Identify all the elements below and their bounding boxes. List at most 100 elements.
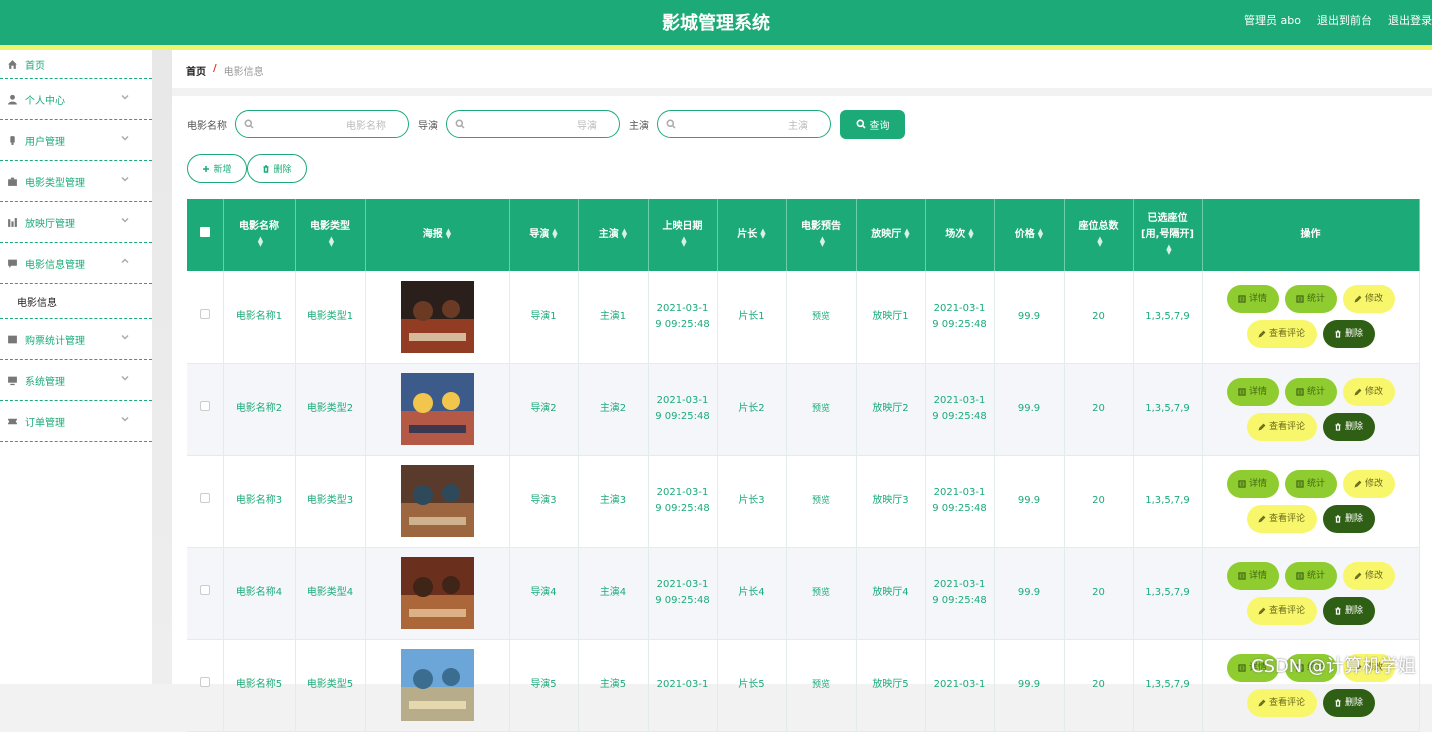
preview-link[interactable]: 预览 — [812, 312, 830, 322]
preview-link[interactable]: 预览 — [812, 404, 830, 414]
top-header: 影城管理系统 管理员 abo 退出到前台 退出登录 — [0, 0, 1432, 45]
sort-icon[interactable]: ▲ ▼ — [1166, 244, 1171, 256]
stats-button[interactable]: 统计 — [1284, 561, 1337, 590]
sidebar-item-movie-types[interactable]: 电影类型管理 — [0, 161, 152, 202]
stats-button[interactable]: 统计 — [1284, 377, 1337, 406]
sidebar-item-system[interactable]: 系统管理 — [0, 360, 152, 401]
sidebar-item-halls[interactable]: 放映厅管理 — [0, 202, 152, 243]
header-selected-seats[interactable]: 已选座位 [用,号隔开] ▲ ▼ — [1133, 199, 1203, 271]
detail-icon — [1238, 571, 1246, 580]
user-manage-icon — [10, 135, 15, 145]
sort-icon[interactable]: ▲ ▼ — [820, 236, 825, 248]
delete-button[interactable]: 删除 — [1322, 688, 1375, 717]
header-release-date[interactable]: 上映日期 ▲ ▼ — [648, 199, 718, 271]
sort-icon[interactable]: ▲ ▼ — [681, 236, 686, 248]
sidebar-item-profile[interactable]: 个人中心 — [0, 79, 152, 120]
cell-director: 导演5 — [509, 639, 579, 732]
detail-button[interactable]: 详情 — [1226, 469, 1279, 498]
sort-icon[interactable]: ▲ ▼ — [446, 228, 451, 240]
header-label: 上映日期 — [662, 221, 703, 232]
actor-input[interactable]: 主演 — [657, 110, 831, 138]
view-comments-button[interactable]: 查看评论 — [1246, 688, 1317, 717]
detail-button[interactable]: 详情 — [1226, 561, 1279, 590]
header-trailer[interactable]: 电影预告 ▲ ▼ — [786, 199, 857, 271]
sort-icon[interactable]: ▲ ▼ — [552, 228, 557, 240]
director-input[interactable]: 导演 — [446, 110, 620, 138]
header-poster[interactable]: 海报 ▲ ▼ — [365, 199, 510, 271]
breadcrumb-home[interactable]: 首页 — [186, 63, 206, 78]
detail-label: 详情 — [1248, 478, 1267, 489]
sort-icon[interactable]: ▲ ▼ — [258, 236, 263, 248]
logout-link[interactable]: 退出登录 — [1388, 12, 1432, 28]
delete-label: 删除 — [1344, 421, 1363, 432]
sort-icon[interactable]: ▲ ▼ — [760, 228, 765, 240]
detail-button[interactable]: 详情 — [1226, 285, 1279, 314]
search-icon — [244, 119, 254, 129]
delete-button[interactable]: 删除 — [1322, 320, 1375, 349]
header-showtime[interactable]: 场次 ▲ ▼ — [925, 199, 995, 271]
back-to-front-link[interactable]: 退出到前台 — [1317, 12, 1372, 28]
add-button[interactable]: 新增 — [187, 154, 247, 183]
batch-delete-button[interactable]: 删除 — [247, 154, 307, 183]
row-checkbox[interactable] — [199, 493, 210, 503]
show-line2: 9 09:25:48 — [932, 411, 987, 422]
row-checkbox[interactable] — [199, 585, 210, 595]
cell-movie-type: 电影类型2 — [295, 363, 366, 456]
header-director[interactable]: 导演 ▲ ▼ — [509, 199, 579, 271]
sidebar-item-home[interactable]: 首页 — [0, 50, 152, 79]
sidebar-item-movie-info[interactable]: 电影信息管理 — [0, 243, 152, 284]
row-checkbox[interactable] — [199, 401, 210, 411]
sidebar-item-label: 电影类型管理 — [25, 177, 85, 189]
cell-movie-name: 电影名称1 — [223, 271, 296, 364]
detail-button[interactable]: 详情 — [1226, 377, 1279, 406]
view-comments-button[interactable]: 查看评论 — [1246, 596, 1317, 625]
row-checkbox[interactable] — [199, 677, 210, 687]
sidebar-item-users[interactable]: 用户管理 — [0, 120, 152, 161]
sidebar-subitem-label: 电影信息 — [17, 297, 57, 309]
table-row: 电影名称3 电影类型3 导演3 主演3 2021-03-1 9 09:25:48 … — [187, 455, 1420, 548]
stats-button[interactable]: 统计 — [1284, 285, 1337, 314]
comments-label: 查看评论 — [1268, 605, 1305, 616]
sidebar-subitem-movie-info[interactable]: 电影信息 — [0, 284, 152, 319]
preview-link[interactable]: 预览 — [812, 588, 830, 598]
date-line2: 9 09:25:48 — [655, 595, 710, 606]
director-label: 导演 — [418, 120, 438, 132]
header-total-seats[interactable]: 座位总数 ▲ ▼ — [1064, 199, 1134, 271]
edit-button[interactable]: 修改 — [1342, 377, 1395, 406]
header-actor[interactable]: 主演 ▲ ▼ — [578, 199, 649, 271]
edit-button[interactable]: 修改 — [1342, 561, 1395, 590]
preview-link[interactable]: 预览 — [812, 496, 830, 506]
header-length[interactable]: 片长 ▲ ▼ — [717, 199, 787, 271]
edit-icon — [1258, 699, 1266, 707]
cell-actor: 主演1 — [578, 271, 649, 364]
view-comments-button[interactable]: 查看评论 — [1246, 320, 1317, 349]
chevron-up-icon — [121, 258, 129, 264]
header-hall[interactable]: 放映厅 ▲ ▼ — [856, 199, 926, 271]
select-all-checkbox[interactable] — [199, 227, 210, 237]
header-movie-name[interactable]: 电影名称 ▲ ▼ — [223, 199, 296, 271]
row-checkbox[interactable] — [199, 308, 210, 319]
sort-icon[interactable]: ▲ ▼ — [904, 228, 909, 240]
edit-button[interactable]: 修改 — [1342, 285, 1395, 314]
sidebar-item-orders[interactable]: 订单管理 — [0, 401, 152, 442]
sort-icon[interactable]: ▲ ▼ — [1097, 236, 1102, 248]
delete-button[interactable]: 删除 — [1322, 596, 1375, 625]
sidebar-item-ticket-stats[interactable]: 购票统计管理 — [0, 319, 152, 360]
view-comments-button[interactable]: 查看评论 — [1246, 504, 1317, 533]
edit-icon — [1354, 388, 1362, 396]
sort-icon[interactable]: ▲ ▼ — [329, 236, 334, 248]
preview-link[interactable]: 预览 — [812, 680, 830, 690]
delete-button[interactable]: 删除 — [1322, 412, 1375, 441]
query-button[interactable]: 查询 — [840, 109, 905, 139]
edit-button[interactable]: 修改 — [1342, 469, 1395, 498]
stats-button[interactable]: 统计 — [1284, 469, 1337, 498]
view-comments-button[interactable]: 查看评论 — [1246, 412, 1317, 441]
delete-button[interactable]: 删除 — [1322, 504, 1375, 533]
sort-icon[interactable]: ▲ ▼ — [968, 228, 973, 240]
header-label: 电影预告 — [801, 221, 841, 232]
movie-name-input[interactable]: 电影名称 — [235, 110, 409, 138]
sort-icon[interactable]: ▲ ▼ — [622, 228, 627, 240]
sort-icon[interactable]: ▲ ▼ — [1038, 228, 1043, 240]
header-movie-type[interactable]: 电影类型 ▲ ▼ — [295, 199, 366, 271]
header-price[interactable]: 价格 ▲ ▼ — [994, 199, 1065, 271]
